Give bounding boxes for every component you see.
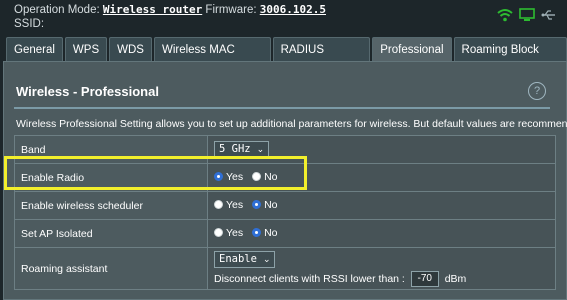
scheduler-no[interactable]: No — [252, 198, 278, 211]
operation-info: Operation Mode: Wireless router Firmware… — [14, 3, 326, 16]
help-icon[interactable]: ? — [528, 82, 546, 100]
status-bar: Operation Mode: Wireless router Firmware… — [0, 0, 567, 36]
tab-bar: General WPS WDS Wireless MAC Filter RADI… — [6, 37, 567, 80]
page-description: Wireless Professional Setting allows you… — [16, 118, 567, 130]
wifi-icon[interactable] — [497, 8, 513, 22]
rssi-prefix: Disconnect clients with RSSI lower than … — [214, 272, 405, 285]
title-divider — [14, 107, 550, 109]
rssi-unit: dBm — [444, 272, 467, 285]
client-status-icon[interactable] — [519, 8, 535, 22]
page-title: Wireless - Professional — [16, 84, 159, 99]
radio-unselected-icon — [214, 228, 223, 238]
tab-wireless-mac-filter[interactable]: Wireless MAC Filter — [153, 37, 271, 80]
radio-selected-icon — [252, 228, 262, 238]
roaming-select[interactable]: Enable ⌄ — [214, 251, 276, 268]
firmware-label: Firmware: — [205, 4, 257, 16]
tab-wps[interactable]: WPS — [64, 37, 108, 61]
roaming-select-value: Enable — [219, 253, 257, 265]
operation-mode-link[interactable]: Wireless router — [103, 3, 202, 16]
scheduler-yes-label: Yes — [226, 198, 244, 211]
usb-icon[interactable] — [541, 8, 557, 22]
highlight-box — [4, 156, 307, 190]
tab-general[interactable]: General — [6, 37, 63, 61]
ap-isolated-label: Set AP Isolated — [14, 219, 208, 248]
radio-unselected-icon — [214, 200, 223, 210]
scheduler-row: Enable wireless scheduler Yes No — [14, 191, 556, 220]
tab-roaming-block-list[interactable]: Roaming Block List — [453, 37, 567, 80]
scheduler-label: Enable wireless scheduler — [14, 191, 208, 220]
operation-mode-label: Operation Mode: — [14, 4, 100, 16]
band-select-value: 5 GHz — [219, 143, 251, 155]
ssid-label: SSID: — [14, 18, 45, 30]
roaming-row: Roaming assistant Enable ⌄ Disconnect cli… — [14, 247, 556, 290]
scheduler-no-label: No — [264, 198, 278, 211]
ap-isolated-no[interactable]: No — [252, 226, 278, 239]
tab-wds[interactable]: WDS — [109, 37, 152, 61]
rssi-input[interactable]: -70 — [410, 271, 439, 287]
tab-professional[interactable]: Professional — [372, 37, 452, 61]
radio-selected-icon — [252, 200, 262, 210]
firmware-link[interactable]: 3006.102.5 — [260, 3, 326, 16]
ap-isolated-yes-label: Yes — [226, 226, 244, 239]
ap-isolated-row: Set AP Isolated Yes No — [14, 219, 556, 248]
status-icons — [497, 8, 557, 22]
scheduler-yes[interactable]: Yes — [214, 199, 243, 211]
ap-isolated-yes[interactable]: Yes — [214, 227, 243, 239]
roaming-label: Roaming assistant — [14, 247, 208, 290]
ap-isolated-no-label: No — [264, 226, 278, 239]
chevron-down-icon: ⌄ — [262, 255, 271, 265]
tab-radius-setting[interactable]: RADIUS Setting — [272, 37, 371, 80]
